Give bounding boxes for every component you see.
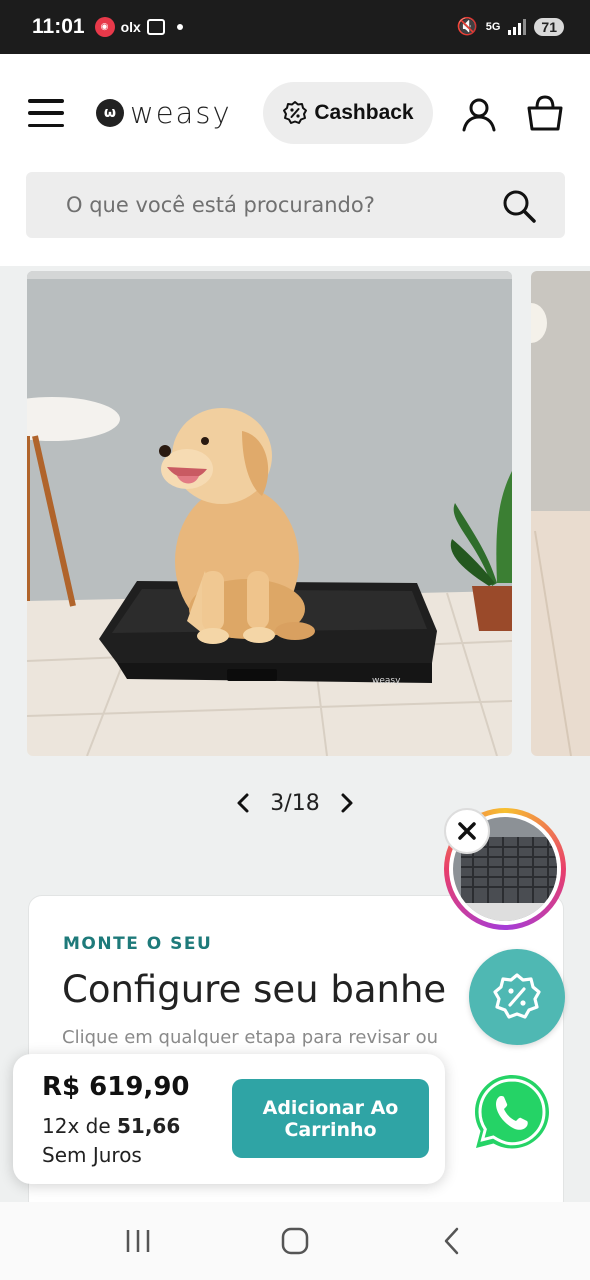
chevron-left-icon[interactable]: [232, 791, 256, 815]
product-price: R$ 619,90: [42, 1072, 190, 1102]
system-icons: 🔇 5G 71: [457, 17, 564, 37]
battery-indicator: 71: [534, 18, 564, 36]
status-time: 11:01: [32, 15, 85, 38]
olx-notification-label: olx: [120, 19, 141, 35]
recent-apps-icon: [127, 1230, 150, 1252]
close-icon: [458, 822, 476, 840]
site-header: ω weasy Cashback: [0, 54, 590, 266]
product-image-carousel[interactable]: weasy: [0, 266, 590, 766]
product-image[interactable]: weasy: [27, 271, 512, 756]
svg-text:weasy: weasy: [372, 676, 401, 686]
whatsapp-icon[interactable]: [471, 1071, 553, 1153]
interest-note: Sem Juros: [42, 1143, 142, 1167]
cashback-badge-icon: [493, 973, 541, 1019]
installments-prefix: 12x de: [42, 1114, 117, 1138]
more-notifications-dot: [176, 24, 183, 30]
home-icon: [281, 1227, 309, 1255]
notification-icons: ◉ olx: [94, 17, 183, 37]
chevron-right-icon[interactable]: [334, 791, 358, 815]
recent-apps-button[interactable]: [118, 1221, 158, 1261]
menu-icon[interactable]: [28, 99, 64, 127]
configurator-subtitle: Clique em qualquer etapa para revisar ou: [62, 1027, 439, 1048]
installments-text: 12x de 51,66: [42, 1114, 180, 1138]
network-type-label: 5G: [485, 21, 501, 33]
logo-text: weasy: [130, 96, 232, 130]
next-product-image-peek[interactable]: [531, 271, 590, 756]
system-navigation-bar: [0, 1202, 590, 1280]
next-photo-preview: [531, 271, 590, 756]
logo-paw-icon: ω: [96, 99, 124, 127]
home-button[interactable]: [275, 1221, 315, 1261]
app-notification-icon: ◉: [94, 17, 115, 37]
scan-icon: [146, 19, 165, 35]
purchase-bar: R$ 619,90 12x de 51,66 Sem Juros Adicion…: [13, 1054, 445, 1184]
mute-icon: 🔇: [456, 17, 478, 37]
floating-cashback-button[interactable]: [469, 949, 565, 1045]
search-icon[interactable]: [501, 188, 537, 224]
search-input[interactable]: [66, 172, 486, 238]
configurator-title: Configure seu banhe: [62, 968, 447, 1011]
back-icon: [444, 1227, 458, 1255]
search-bar: [26, 172, 565, 238]
configurator-eyebrow: MONTE O SEU: [63, 934, 213, 954]
installments-value: 51,66: [117, 1114, 181, 1138]
user-icon[interactable]: [461, 96, 497, 132]
status-bar: 11:01 ◉ olx 🔇 5G 71: [0, 0, 590, 54]
cashback-button[interactable]: Cashback: [263, 82, 433, 144]
add-to-cart-button[interactable]: Adicionar Ao Carrinho: [232, 1079, 429, 1158]
product-photo-dog-on-mat: weasy: [27, 271, 512, 756]
brand-logo[interactable]: ω weasy: [96, 96, 232, 130]
back-button[interactable]: [432, 1221, 472, 1261]
cashback-badge-icon: [283, 101, 308, 124]
cashback-label: Cashback: [314, 101, 414, 124]
signal-icon: [508, 19, 527, 35]
carousel-counter: 3/18: [270, 790, 320, 816]
close-story-button[interactable]: [444, 808, 490, 854]
bag-icon[interactable]: [526, 94, 564, 132]
